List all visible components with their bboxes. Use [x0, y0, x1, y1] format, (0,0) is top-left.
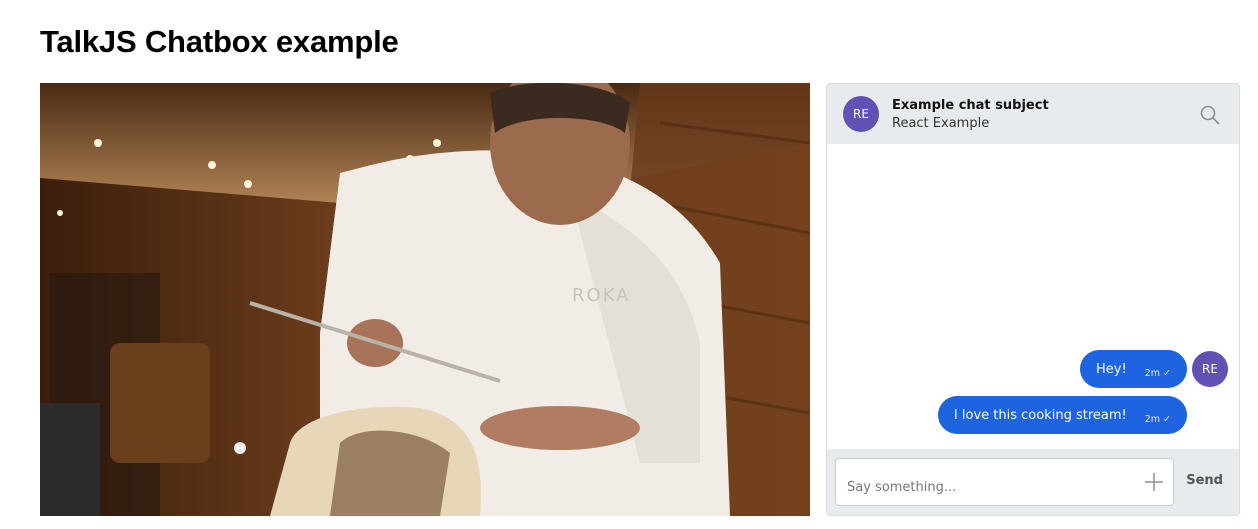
send-button[interactable]: Send — [1186, 473, 1223, 488]
message-text: Hey! — [1096, 361, 1127, 377]
chatbox: RE Example chat subject React Example He… — [826, 83, 1240, 516]
avatar: RE — [843, 96, 879, 132]
page-title: TalkJS Chatbox example — [40, 24, 399, 59]
chat-subject: Example chat subject — [892, 98, 1049, 113]
message-timestamp: 2m ✓ — [1144, 367, 1171, 379]
video-frame: ROKA — [40, 83, 810, 516]
message-input[interactable] — [835, 458, 1174, 506]
message-bubble[interactable]: Hey! 2m ✓ — [1080, 350, 1187, 388]
chat-subtitle: React Example — [892, 116, 990, 131]
message-list: Hey! 2m ✓ RE I love this cooking stream!… — [827, 144, 1239, 450]
message-bubble[interactable]: I love this cooking stream! 2m ✓ — [937, 396, 1187, 434]
message-timestamp: 2m ✓ — [1144, 413, 1171, 425]
apron-text: ROKA — [572, 285, 630, 306]
video-player[interactable]: ROKA — [40, 83, 810, 516]
message-composer: Send — [827, 449, 1239, 515]
message-text: I love this cooking stream! — [953, 407, 1127, 423]
plus-icon[interactable] — [1144, 472, 1164, 492]
sender-avatar: RE — [1192, 351, 1228, 387]
chat-header: RE Example chat subject React Example — [827, 84, 1239, 144]
search-icon[interactable] — [1199, 104, 1221, 126]
